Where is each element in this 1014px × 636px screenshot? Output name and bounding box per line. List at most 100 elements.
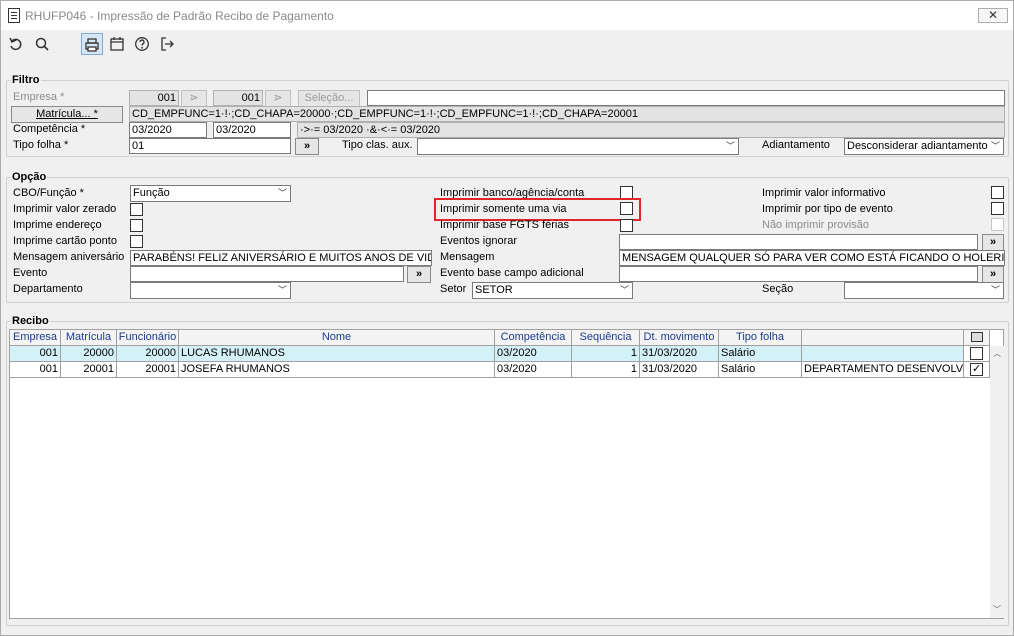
matricula-button[interactable]: Matrícula... * — [11, 106, 123, 123]
cell-funcionario[interactable]: 20000 — [117, 346, 179, 362]
row-checkbox[interactable]: ✓ — [970, 363, 983, 376]
tipo-evento-checkbox[interactable] — [991, 202, 1004, 215]
column-header-select-all[interactable] — [964, 330, 990, 346]
evento-base-label: Evento base campo adicional — [440, 267, 584, 279]
print-icon[interactable] — [81, 33, 103, 55]
vertical-scrollbar[interactable]: ︿ ﹀ — [990, 346, 1004, 618]
competencia-to-field[interactable]: 03/2020 — [213, 122, 291, 138]
column-header-nome[interactable]: Nome — [179, 330, 495, 346]
tipo-folha-field[interactable]: 01 — [129, 138, 291, 154]
mensagem-field[interactable]: MENSAGEM QUALQUER SÓ PARA VER COMO ESTÁ … — [619, 250, 1005, 266]
cell-empresa[interactable]: 001 — [10, 362, 61, 378]
calendar-icon[interactable] — [106, 33, 128, 55]
cbo-select[interactable]: Função ﹀ — [130, 185, 291, 202]
window-title: RHUFP046 - Impressão de Padrão Recibo de… — [25, 9, 334, 23]
cell-sequencia[interactable]: 1 — [572, 346, 640, 362]
recibo-table: Empresa Matrícula Funcionário Nome Compe… — [9, 329, 1004, 619]
chevron-down-icon: ﹀ — [990, 285, 1000, 295]
evento-field[interactable] — [130, 266, 404, 282]
cell-tipo-folha[interactable]: Salário — [719, 362, 802, 378]
fgts-checkbox[interactable] — [620, 219, 633, 232]
cell-competencia[interactable]: 03/2020 — [495, 362, 572, 378]
cbo-label: CBO/Função * — [13, 187, 84, 199]
endereco-checkbox[interactable] — [130, 219, 143, 232]
close-button[interactable]: ✕ — [978, 8, 1008, 23]
empresa-from-lookup-button[interactable]: ⋗ — [181, 90, 207, 107]
scroll-up-icon[interactable]: ︿ — [993, 348, 1001, 359]
nao-provisao-checkbox — [991, 218, 1004, 231]
msg-aniversario-field[interactable]: PARABÉNS! FELIZ ANIVERSÁRIO E MUITOS ANO… — [130, 250, 432, 266]
cell-competencia[interactable]: 03/2020 — [495, 346, 572, 362]
selecao-field[interactable] — [367, 90, 1005, 106]
evento-base-field[interactable] — [619, 266, 978, 282]
empresa-to-field[interactable]: 001 — [213, 90, 263, 106]
help-icon[interactable] — [131, 33, 153, 55]
cell-dt-movimento[interactable]: 31/03/2020 — [640, 362, 719, 378]
cell-empresa[interactable]: 001 — [10, 346, 61, 362]
eventos-ignorar-label: Eventos ignorar — [440, 235, 518, 247]
secao-label: Seção — [762, 283, 794, 295]
evento-base-lookup-button[interactable]: » — [982, 266, 1004, 283]
valor-info-label: Imprimir valor informativo — [762, 187, 886, 199]
chevron-down-icon: ﹀ — [277, 188, 287, 198]
column-header-funcionario[interactable]: Funcionário — [117, 330, 179, 346]
tipo-clas-select[interactable]: ﹀ — [417, 138, 739, 155]
column-header-sequencia[interactable]: Sequência — [572, 330, 640, 346]
chevron-down-icon: ﹀ — [990, 141, 1000, 151]
competencia-from-field[interactable]: 03/2020 — [129, 122, 207, 138]
cell-nome[interactable]: JOSEFA RHUMANOS — [179, 362, 495, 378]
checkmark-icon: ✓ — [972, 363, 982, 375]
secao-select[interactable]: ﹀ — [844, 282, 1004, 299]
cartao-ponto-checkbox[interactable] — [130, 235, 143, 248]
valor-info-checkbox[interactable] — [991, 186, 1004, 199]
column-header-empresa[interactable]: Empresa — [10, 330, 61, 346]
competencia-label: Competência * — [13, 123, 86, 135]
highlight-box — [434, 198, 641, 221]
scroll-down-icon[interactable]: ﹀ — [993, 604, 1001, 615]
opcao-title: Opção — [11, 171, 48, 183]
competencia-expression: ·>·= 03/2020 ·&·<·= 03/2020 — [297, 122, 1005, 138]
column-header-extra[interactable] — [802, 330, 964, 346]
main-window: RHUFP046 - Impressão de Padrão Recibo de… — [0, 0, 1014, 636]
evento-lookup-button[interactable]: » — [407, 266, 431, 283]
cell-tipo-folha[interactable]: Salário — [719, 346, 802, 362]
adiantamento-label: Adiantamento — [762, 139, 830, 151]
cell-nome[interactable]: LUCAS RHUMANOS — [179, 346, 495, 362]
tipo-clas-label: Tipo clas. aux. — [342, 139, 413, 151]
column-header-matricula[interactable]: Matrícula — [61, 330, 117, 346]
exit-icon[interactable] — [156, 33, 178, 55]
tipo-folha-lookup-button[interactable]: » — [295, 138, 319, 155]
cell-dt-movimento[interactable]: 31/03/2020 — [640, 346, 719, 362]
row-checkbox[interactable] — [970, 347, 983, 360]
fgts-label: Imprimir base FGTS férias — [440, 219, 569, 231]
empresa-from-field[interactable]: 001 — [129, 90, 179, 106]
column-header-dt-movimento[interactable]: Dt. movimento — [640, 330, 719, 346]
mensagem-label: Mensagem — [440, 251, 495, 263]
evento-label: Evento — [13, 267, 48, 279]
column-header-competencia[interactable]: Competência — [495, 330, 572, 346]
cell-select — [964, 346, 990, 362]
matricula-field[interactable]: CD_EMPFUNC=1·!·;CD_CHAPA=20000·;CD_EMPFU… — [129, 106, 1005, 122]
undo-icon[interactable] — [5, 33, 27, 55]
selecao-button[interactable]: Seleção... — [298, 90, 360, 107]
cell-funcionario[interactable]: 20001 — [117, 362, 179, 378]
title-bar: RHUFP046 - Impressão de Padrão Recibo de… — [1, 1, 1013, 30]
tipo-folha-label: Tipo folha * — [13, 139, 69, 151]
column-header-tipo-folha[interactable]: Tipo folha — [719, 330, 802, 346]
empresa-to-lookup-button[interactable]: ⋗ — [265, 90, 291, 107]
cell-extra[interactable] — [802, 346, 964, 362]
chevron-down-icon: ﹀ — [725, 141, 735, 151]
cartao-ponto-label: Imprime cartão ponto — [13, 235, 117, 247]
valor-zerado-checkbox[interactable] — [130, 203, 143, 216]
toolbar — [1, 30, 1013, 58]
adiantamento-select[interactable]: Desconsiderar adiantamento ﹀ — [844, 138, 1004, 155]
eventos-ignorar-field[interactable] — [619, 234, 978, 250]
departamento-select[interactable]: ﹀ — [130, 282, 291, 299]
cell-matricula[interactable]: 20001 — [61, 362, 117, 378]
eventos-ignorar-lookup-button[interactable]: » — [982, 234, 1004, 251]
cell-extra[interactable]: DEPARTAMENTO DESENVOLVIMENTO — [802, 362, 964, 378]
cell-sequencia[interactable]: 1 — [572, 362, 640, 378]
setor-select[interactable]: SETOR ﹀ — [472, 282, 633, 299]
search-icon[interactable] — [31, 33, 53, 55]
cell-matricula[interactable]: 20000 — [61, 346, 117, 362]
